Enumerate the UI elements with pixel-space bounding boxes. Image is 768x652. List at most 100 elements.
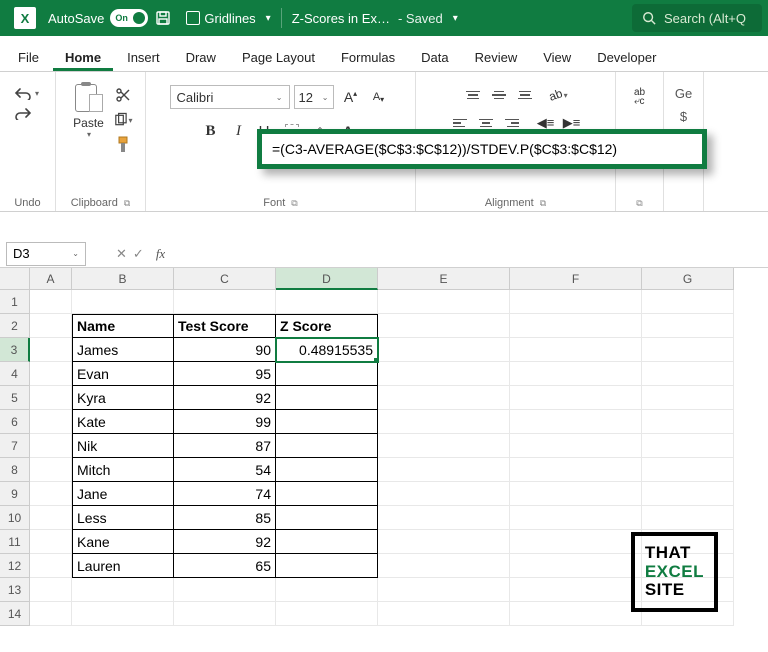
cell-B11[interactable]: Kane [72,530,174,554]
cell-E2[interactable] [378,314,510,338]
row-header[interactable]: 9 [0,482,30,506]
increase-font-button[interactable]: A▴ [338,84,364,110]
cell-D10[interactable] [276,506,378,530]
cell-G6[interactable] [642,410,734,434]
cell-C7[interactable]: 87 [174,434,276,458]
row-header[interactable]: 11 [0,530,30,554]
cell-G7[interactable] [642,434,734,458]
cell-E9[interactable] [378,482,510,506]
dialog-launcher-icon[interactable]: ⧉ [291,198,297,209]
italic-button[interactable]: I [226,118,252,144]
cell-A5[interactable] [30,386,72,410]
row-header[interactable]: 7 [0,434,30,458]
cell-F6[interactable] [510,410,642,434]
tab-draw[interactable]: Draw [174,43,228,71]
row-header[interactable]: 2 [0,314,30,338]
row-header[interactable]: 6 [0,410,30,434]
tab-review[interactable]: Review [463,43,530,71]
cell-C8[interactable]: 54 [174,458,276,482]
cell-F1[interactable] [510,290,642,314]
cell-B12[interactable]: Lauren [72,554,174,578]
cell-C2[interactable]: Test Score [174,314,276,338]
gridlines-toggle[interactable]: Gridlines ▾ [186,11,270,26]
number-format-label[interactable]: Ge [675,86,692,101]
cell-E12[interactable] [378,554,510,578]
dialog-launcher-icon[interactable]: ⧉ [540,198,546,209]
cell-B1[interactable] [72,290,174,314]
cell-A11[interactable] [30,530,72,554]
cell-C14[interactable] [174,602,276,626]
cell-A7[interactable] [30,434,72,458]
cell-E5[interactable] [378,386,510,410]
col-header-c[interactable]: C [174,268,276,290]
cell-E8[interactable] [378,458,510,482]
cell-E10[interactable] [378,506,510,530]
cell-A10[interactable] [30,506,72,530]
tab-view[interactable]: View [531,43,583,71]
font-size-select[interactable]: 12⌄ [294,85,334,109]
cell-B10[interactable]: Less [72,506,174,530]
cell-A13[interactable] [30,578,72,602]
cell-C12[interactable]: 65 [174,554,276,578]
cell-F13[interactable] [510,578,642,602]
cell-A8[interactable] [30,458,72,482]
wrap-text-button[interactable]: ab⤶c [626,86,654,108]
cell-D1[interactable] [276,290,378,314]
cell-F10[interactable] [510,506,642,530]
cell-G2[interactable] [642,314,734,338]
cell-F8[interactable] [510,458,642,482]
row-header[interactable]: 1 [0,290,30,314]
cell-D3[interactable]: 0.48915535 [276,338,378,362]
cell-C9[interactable]: 74 [174,482,276,506]
cell-B14[interactable] [72,602,174,626]
cell-D7[interactable] [276,434,378,458]
cell-A4[interactable] [30,362,72,386]
cell-A3[interactable] [30,338,72,362]
cell-F2[interactable] [510,314,642,338]
cell-C11[interactable]: 92 [174,530,276,554]
row-header[interactable]: 4 [0,362,30,386]
cell-A2[interactable] [30,314,72,338]
col-header-e[interactable]: E [378,268,510,290]
cell-F14[interactable] [510,602,642,626]
tab-home[interactable]: Home [53,43,113,71]
cell-E7[interactable] [378,434,510,458]
cell-A14[interactable] [30,602,72,626]
cell-C13[interactable] [174,578,276,602]
tab-formulas[interactable]: Formulas [329,43,407,71]
cell-G5[interactable] [642,386,734,410]
cell-F3[interactable] [510,338,642,362]
font-name-select[interactable]: Calibri⌄ [170,85,290,109]
cell-G1[interactable] [642,290,734,314]
cell-C6[interactable]: 99 [174,410,276,434]
cell-B5[interactable]: Kyra [72,386,174,410]
fill-handle[interactable] [374,358,378,362]
cell-B9[interactable]: Jane [72,482,174,506]
cell-F7[interactable] [510,434,642,458]
tab-insert[interactable]: Insert [115,43,172,71]
chevron-down-icon[interactable]: ▾ [453,13,458,24]
cell-G4[interactable] [642,362,734,386]
currency-button[interactable]: $ [680,109,687,124]
dialog-launcher-icon[interactable]: ⧉ [636,198,642,209]
copy-button[interactable]: ▾ [113,111,133,129]
cell-C10[interactable]: 85 [174,506,276,530]
cell-G3[interactable] [642,338,734,362]
cell-E11[interactable] [378,530,510,554]
tab-page-layout[interactable]: Page Layout [230,43,327,71]
col-header-d[interactable]: D [276,268,378,290]
cell-E14[interactable] [378,602,510,626]
cell-F12[interactable] [510,554,642,578]
col-header-g[interactable]: G [642,268,734,290]
cell-G8[interactable] [642,458,734,482]
cell-D11[interactable] [276,530,378,554]
bold-button[interactable]: B [198,118,224,144]
cell-C3[interactable]: 90 [174,338,276,362]
col-header-f[interactable]: F [510,268,642,290]
cell-G10[interactable] [642,506,734,530]
decrease-font-button[interactable]: A▾ [366,84,392,110]
cell-D13[interactable] [276,578,378,602]
orientation-button[interactable]: ab▾ [547,84,571,106]
row-header[interactable]: 13 [0,578,30,602]
cell-D5[interactable] [276,386,378,410]
